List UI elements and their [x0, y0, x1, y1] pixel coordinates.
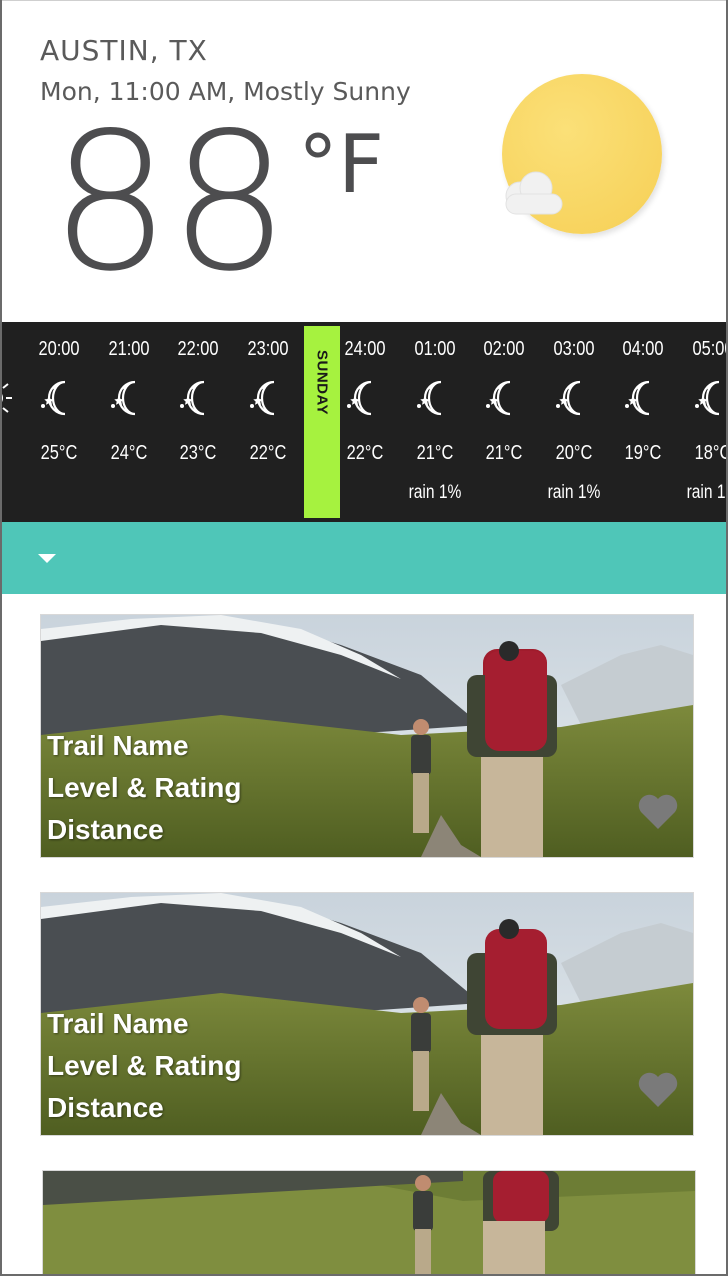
app-screen: AUSTIN, TX Mon, 11:00 AM, Mostly Sunny 8…	[0, 0, 728, 1276]
hourly-item: 20:00 25°C	[24, 322, 94, 522]
hour-temperature: 21°C	[416, 442, 453, 464]
hour-rain-chance: rain 1%	[686, 482, 726, 503]
hour-temperature: 22°C	[346, 442, 384, 464]
hour-time: 23:00	[246, 338, 289, 360]
trail-info: Trail Name Level & Rating Distance	[47, 725, 241, 851]
night-icon	[689, 378, 727, 418]
heart-icon[interactable]	[637, 1071, 679, 1109]
hourly-item: 24:00 22°C	[330, 322, 400, 522]
hour-temperature: 25°C	[40, 442, 78, 464]
hour-time: 04:00	[622, 338, 664, 360]
night-icon	[480, 378, 528, 418]
night-icon	[105, 378, 153, 418]
cloud-icon	[505, 171, 563, 215]
top-divider	[2, 0, 726, 1]
hourly-item: 04:00 19°C	[608, 322, 678, 522]
hour-time: 03:00	[552, 338, 595, 360]
hourly-item: 22:00 23°C	[163, 322, 233, 522]
trail-photo	[43, 1171, 695, 1274]
heart-icon[interactable]	[637, 793, 679, 831]
trail-info: Trail Name Level & Rating Distance	[47, 1003, 241, 1129]
hour-rain-chance: rain 1%	[408, 482, 461, 503]
hour-time: 20:00	[38, 338, 80, 360]
hour-time: 01:00	[413, 338, 456, 360]
hour-temperature: 18°C	[694, 442, 728, 464]
night-icon	[341, 378, 389, 418]
hour-time: 22:00	[177, 338, 219, 360]
hour-temperature: 20°C	[555, 442, 592, 464]
trail-card[interactable]	[42, 1170, 696, 1274]
night-icon	[35, 378, 83, 418]
hour-time: 21:00	[107, 338, 150, 360]
partial-hour-label: )	[2, 338, 10, 362]
temperature-unit: °F	[298, 118, 385, 211]
night-icon	[411, 378, 459, 418]
trail-level-rating: Level & Rating	[47, 1050, 242, 1081]
day-separator-label: SUNDAY	[313, 350, 331, 415]
night-icon	[174, 378, 222, 418]
hour-rain-chance: rain 1%	[547, 482, 600, 503]
trail-name: Trail Name	[47, 730, 189, 761]
partial-sun-icon	[2, 383, 12, 413]
night-icon	[244, 378, 292, 418]
current-temperature: 88	[50, 92, 290, 313]
trail-distance: Distance	[47, 1092, 164, 1123]
trail-distance: Distance	[47, 814, 164, 845]
trail-card[interactable]: Trail Name Level & Rating Distance	[40, 614, 694, 858]
hourly-item: 03:00 20°C rain 1%	[539, 322, 609, 522]
hour-temperature: 24°C	[110, 442, 147, 464]
hourly-item: 02:00 21°C	[469, 322, 539, 522]
city-label: AUSTIN, TX	[40, 34, 208, 67]
filter-bar[interactable]	[2, 522, 726, 594]
hour-temperature: 21°C	[485, 442, 523, 464]
hourly-item: 23:00 22°C	[233, 322, 303, 522]
hour-temperature: 19°C	[624, 442, 662, 464]
hourly-item: 05:00 18°C rain 1%	[678, 322, 728, 522]
hour-temperature: 22°C	[249, 442, 286, 464]
trail-level-rating: Level & Rating	[47, 772, 242, 803]
trail-name: Trail Name	[47, 1008, 189, 1039]
hour-temperature: 23°C	[179, 442, 217, 464]
night-icon	[619, 378, 667, 418]
hourly-item: 01:00 21°C rain 1%	[400, 322, 470, 522]
hourly-forecast-strip[interactable]: ) 20:00 25°C 21:00 24°C 22:00 23°C 23:00 22°C S…	[2, 322, 728, 522]
chevron-down-icon[interactable]	[38, 554, 56, 563]
hour-time: 02:00	[483, 338, 525, 360]
night-icon	[550, 378, 598, 418]
trail-card[interactable]: Trail Name Level & Rating Distance	[40, 892, 694, 1136]
hour-time: 05:00	[691, 338, 726, 360]
hour-time: 24:00	[344, 338, 386, 360]
hourly-item: 21:00 24°C	[94, 322, 164, 522]
